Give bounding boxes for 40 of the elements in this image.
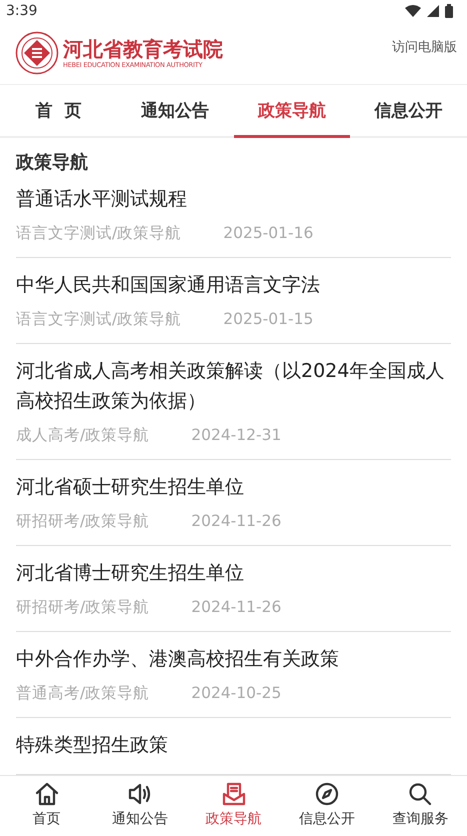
article-title-link[interactable]: 特殊类型招生政策 (16, 730, 451, 760)
article-title-link[interactable]: 中外合作办学、港澳高校招生有关政策 (16, 644, 451, 674)
status-time: 3:39 (6, 3, 38, 19)
article-date: 2024-10-25 (191, 683, 282, 703)
signal-icon (427, 5, 439, 17)
bottom-nav-item[interactable]: 政策导航 (186, 776, 280, 836)
article-title-link[interactable]: 普通话水平测试规程 (16, 184, 451, 214)
section-title: 政策导航 (16, 151, 89, 175)
desktop-version-link[interactable]: 访问电脑版 (392, 38, 457, 56)
article-date: 2024-12-31 (191, 425, 282, 445)
wifi-icon (405, 5, 421, 17)
article-title-link[interactable]: 河北省硕士研究生招生单位 (16, 472, 451, 502)
nav-tab[interactable]: 首 页 (0, 85, 117, 138)
article-title-link[interactable]: 中华人民共和国国家通用语言文字法 (16, 270, 451, 300)
article-date: 2024-11-26 (191, 597, 282, 617)
bottom-nav-item[interactable]: 信息公开 (280, 776, 374, 836)
article-category: 成人高考/政策导航 (16, 425, 150, 445)
nav-tab[interactable]: 通知公告 (116, 85, 234, 138)
home-icon (34, 781, 60, 807)
nav-tab[interactable]: 政策导航 (234, 85, 350, 138)
search-icon (407, 781, 434, 807)
bottom-nav-item[interactable]: 通知公告 (93, 776, 187, 836)
article-date: 2025-01-15 (223, 309, 314, 329)
bottom-nav-item[interactable]: 首页 (0, 776, 94, 836)
article-category: 研招研考/政策导航 (16, 597, 150, 617)
document-tray-icon (220, 781, 247, 807)
logo-title: 河北省教育考试院 (63, 36, 223, 60)
article-category: 普通高考/政策导航 (16, 683, 150, 703)
seal-logo-icon (15, 31, 59, 75)
article-category: 语言文字测试/政策导航 (16, 309, 182, 329)
article-date: 2024-11-26 (191, 511, 282, 531)
article-category: 研招研考/政策导航 (16, 511, 150, 531)
article-date: 2025-01-16 (223, 223, 314, 243)
nav-tab[interactable]: 信息公开 (350, 85, 467, 138)
battery-icon (445, 4, 453, 18)
article-title-link[interactable]: 河北省成人高考相关政策解读（以2024年全国成人高校招生政策为依据） (16, 356, 451, 416)
article-title-link[interactable]: 河北省博士研究生招生单位 (16, 558, 451, 588)
bottom-nav-item[interactable]: 查询服务 (374, 776, 467, 836)
compass-icon (314, 781, 340, 807)
article-category: 语言文字测试/政策导航 (16, 223, 182, 243)
